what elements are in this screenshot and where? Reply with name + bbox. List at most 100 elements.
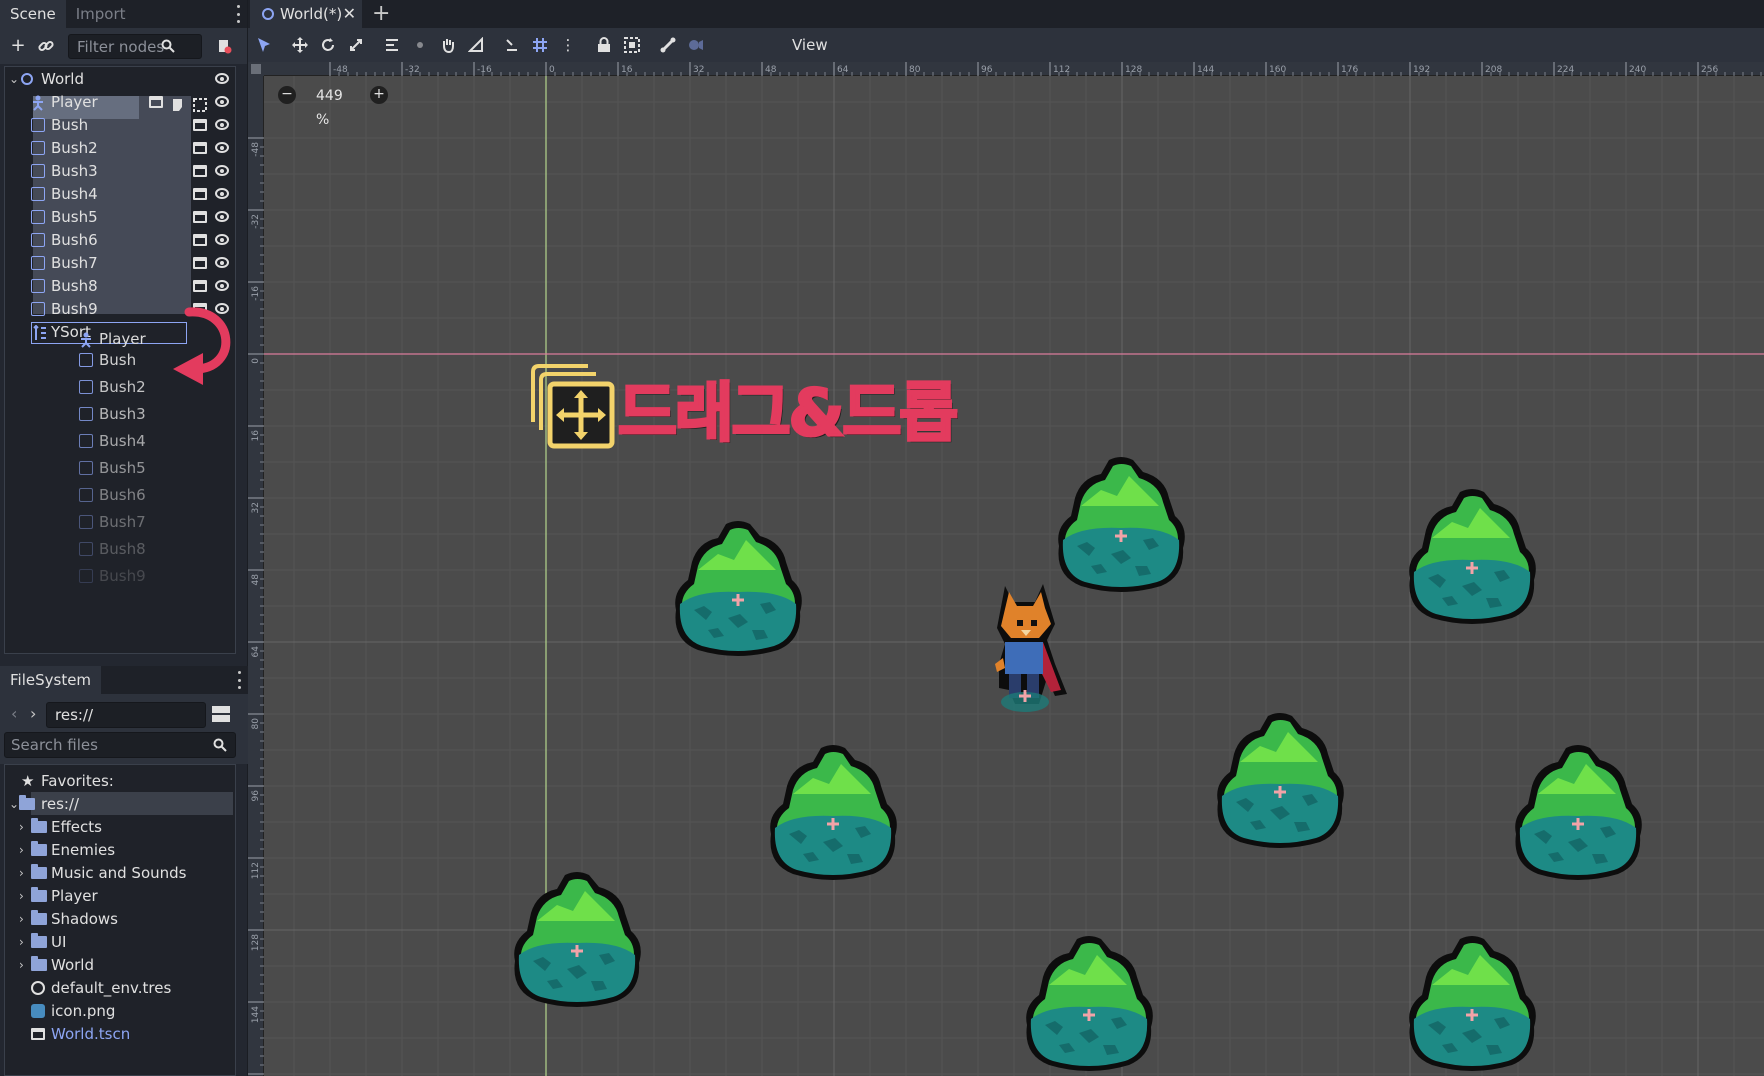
eye-icon[interactable] bbox=[215, 188, 229, 199]
eye-icon[interactable] bbox=[215, 211, 229, 222]
clapperboard-icon[interactable] bbox=[193, 280, 207, 292]
clapperboard-icon[interactable] bbox=[149, 96, 163, 108]
tree-row-bush6[interactable]: Bush6 bbox=[5, 228, 235, 252]
file-world-tscn[interactable]: World.tscn bbox=[5, 1022, 235, 1046]
tree-row-player[interactable]: Player bbox=[5, 90, 235, 114]
res-root-row[interactable]: ⌄ res:// bbox=[5, 792, 235, 816]
camera-icon[interactable] bbox=[686, 35, 706, 55]
view-menu[interactable]: View bbox=[792, 28, 828, 62]
ruler-tool-icon[interactable] bbox=[466, 35, 486, 55]
eye-icon[interactable] bbox=[215, 257, 229, 268]
folder-player[interactable]: › Player bbox=[5, 884, 235, 908]
close-icon[interactable]: ✕ bbox=[343, 0, 356, 28]
tree-row-bush8[interactable]: Bush8 bbox=[5, 274, 235, 298]
select-tool-icon[interactable] bbox=[254, 35, 274, 55]
clapperboard-icon[interactable] bbox=[193, 142, 207, 154]
chevron-right-icon[interactable]: › bbox=[19, 907, 24, 931]
clapperboard-icon[interactable] bbox=[193, 234, 207, 246]
chevron-right-icon[interactable]: › bbox=[19, 884, 24, 908]
chevron-right-icon[interactable]: › bbox=[19, 838, 24, 862]
filter-nodes-input[interactable] bbox=[68, 34, 202, 59]
eye-icon[interactable] bbox=[215, 165, 229, 176]
folder-effects[interactable]: › Effects bbox=[5, 815, 235, 839]
pan-tool-icon[interactable] bbox=[438, 35, 458, 55]
dock-menu-icon[interactable] bbox=[236, 671, 242, 689]
rotate-tool-icon[interactable] bbox=[318, 35, 338, 55]
file-default-env[interactable]: default_env.tres bbox=[5, 976, 235, 1000]
pivot-tool-icon[interactable] bbox=[410, 35, 430, 55]
folder-ui[interactable]: › UI bbox=[5, 930, 235, 954]
folder-enemies[interactable]: › Enemies bbox=[5, 838, 235, 862]
tab-world-scene[interactable]: World(*) ✕ bbox=[250, 0, 362, 28]
smart-snap-icon[interactable] bbox=[502, 35, 522, 55]
forward-icon[interactable]: › bbox=[30, 704, 36, 723]
new-tab-icon[interactable]: + bbox=[372, 2, 390, 26]
clapperboard-icon[interactable] bbox=[193, 188, 207, 200]
chevron-right-icon[interactable]: › bbox=[19, 930, 24, 954]
scale-tool-icon[interactable] bbox=[346, 35, 366, 55]
eye-icon[interactable] bbox=[215, 96, 229, 107]
file-icon-png[interactable]: icon.png bbox=[5, 999, 235, 1023]
kinematic-body-icon bbox=[31, 94, 45, 111]
bone-icon[interactable] bbox=[658, 35, 678, 55]
favorites-row[interactable]: ★ Favorites: bbox=[5, 769, 235, 793]
folder-world[interactable]: › World bbox=[5, 953, 235, 977]
script-icon[interactable] bbox=[214, 36, 234, 56]
bush-sprite[interactable] bbox=[512, 870, 643, 1009]
path-field[interactable]: res:// bbox=[46, 702, 206, 728]
eye-icon[interactable] bbox=[215, 280, 229, 291]
clapperboard-icon[interactable] bbox=[193, 257, 207, 269]
zoom-out-button[interactable]: − bbox=[278, 86, 296, 104]
dock-menu-icon[interactable] bbox=[235, 5, 241, 23]
search-files-input[interactable] bbox=[4, 732, 236, 758]
list-select-icon[interactable] bbox=[382, 35, 402, 55]
bush-sprite[interactable] bbox=[1407, 487, 1538, 626]
back-icon[interactable]: ‹ bbox=[11, 704, 17, 723]
tree-row-world[interactable]: ⌄ World bbox=[5, 67, 235, 91]
clapperboard-icon[interactable] bbox=[193, 211, 207, 223]
tree-row-bush7[interactable]: Bush7 bbox=[5, 251, 235, 275]
eye-icon[interactable] bbox=[215, 142, 229, 153]
tab-scene[interactable]: Scene bbox=[0, 0, 66, 28]
ruler-vertical[interactable]: -48-32-160163248648096112128144160 bbox=[248, 76, 264, 1076]
chevron-right-icon[interactable]: › bbox=[19, 953, 24, 977]
snap-options-icon[interactable]: ⋮ bbox=[558, 35, 578, 55]
zoom-level[interactable]: 449 % bbox=[316, 84, 343, 132]
player-sprite[interactable] bbox=[995, 584, 1067, 712]
bush-sprite[interactable] bbox=[1056, 455, 1187, 594]
tree-row-bush5[interactable]: Bush5 bbox=[5, 205, 235, 229]
tree-row-bush2[interactable]: Bush2 bbox=[5, 136, 235, 160]
grid-snap-icon[interactable] bbox=[530, 35, 550, 55]
tree-row-bush[interactable]: Bush bbox=[5, 113, 235, 137]
add-node-icon[interactable]: + bbox=[8, 36, 28, 56]
chevron-down-icon[interactable]: ⌄ bbox=[9, 67, 19, 91]
tab-filesystem[interactable]: FileSystem bbox=[0, 666, 102, 694]
tree-row-bush4[interactable]: Bush4 bbox=[5, 182, 235, 206]
folder-music-and-sounds[interactable]: › Music and Sounds bbox=[5, 861, 235, 885]
clapperboard-icon[interactable] bbox=[193, 165, 207, 177]
clapperboard-icon[interactable] bbox=[193, 119, 207, 131]
ruler-horizontal[interactable]: -48 -32 -16 0 16 32 48 64 80 96 112 128 144 160 176 192… bbox=[264, 62, 1764, 76]
bush-sprite[interactable] bbox=[1407, 934, 1538, 1073]
eye-icon[interactable] bbox=[215, 119, 229, 130]
split-view-icon[interactable] bbox=[212, 706, 230, 722]
zoom-in-button[interactable]: + bbox=[370, 86, 388, 104]
group-icon[interactable] bbox=[622, 35, 642, 55]
tree-row-bush3[interactable]: Bush3 bbox=[5, 159, 235, 183]
eye-icon[interactable] bbox=[215, 234, 229, 245]
tab-import[interactable]: Import bbox=[66, 0, 136, 28]
lock-icon[interactable] bbox=[594, 35, 614, 55]
bush-sprite[interactable] bbox=[1024, 934, 1155, 1073]
canvas-viewport[interactable]: 드래그&드롭 − 449 % + -48 -32 -16 0 16 32 48 64 80 96 1… bbox=[248, 62, 1764, 1076]
eye-icon[interactable] bbox=[215, 73, 229, 84]
chevron-right-icon[interactable]: › bbox=[19, 815, 24, 839]
move-tool-icon[interactable] bbox=[290, 35, 310, 55]
folder-shadows[interactable]: › Shadows bbox=[5, 907, 235, 931]
bush-sprite[interactable] bbox=[1513, 743, 1644, 882]
chain-link-icon[interactable] bbox=[36, 36, 56, 56]
bush-sprite[interactable] bbox=[673, 519, 804, 658]
bush-sprite[interactable] bbox=[768, 743, 899, 882]
chevron-right-icon[interactable]: › bbox=[19, 861, 24, 885]
chevron-down-icon[interactable]: ⌄ bbox=[9, 792, 19, 816]
bush-sprite[interactable] bbox=[1215, 711, 1346, 850]
